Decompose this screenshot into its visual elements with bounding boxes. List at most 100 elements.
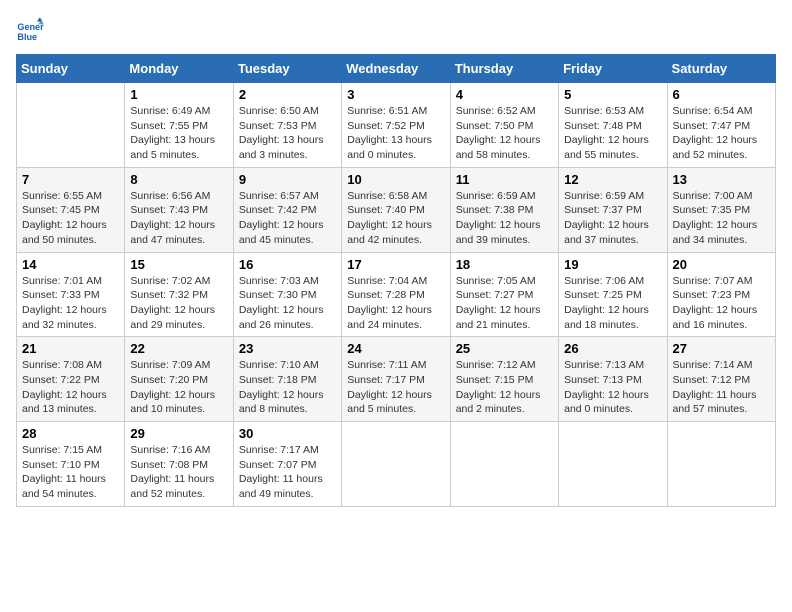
daylight: Daylight: 12 hours and 47 minutes. <box>130 219 215 246</box>
day-number: 23 <box>239 341 336 356</box>
sunset: Sunset: 7:18 PM <box>239 374 317 386</box>
daylight: Daylight: 12 hours and 10 minutes. <box>130 389 215 416</box>
day-number: 10 <box>347 172 444 187</box>
sunset: Sunset: 7:47 PM <box>673 120 751 132</box>
sunrise: Sunrise: 6:50 AM <box>239 105 319 117</box>
sunset: Sunset: 7:40 PM <box>347 204 425 216</box>
daylight: Daylight: 11 hours and 49 minutes. <box>239 473 323 500</box>
sunrise: Sunrise: 7:15 AM <box>22 444 102 456</box>
sunrise: Sunrise: 7:11 AM <box>347 359 426 371</box>
daylight: Daylight: 13 hours and 3 minutes. <box>239 134 324 161</box>
calendar-cell: 15 Sunrise: 7:02 AM Sunset: 7:32 PM Dayl… <box>125 252 233 337</box>
daylight: Daylight: 12 hours and 39 minutes. <box>456 219 541 246</box>
daylight: Daylight: 11 hours and 54 minutes. <box>22 473 106 500</box>
daylight: Daylight: 12 hours and 21 minutes. <box>456 304 541 331</box>
sunrise: Sunrise: 7:02 AM <box>130 275 210 287</box>
sunrise: Sunrise: 6:54 AM <box>673 105 753 117</box>
daylight: Daylight: 12 hours and 42 minutes. <box>347 219 432 246</box>
weekday-header: Tuesday <box>233 55 341 83</box>
calendar-cell: 22 Sunrise: 7:09 AM Sunset: 7:20 PM Dayl… <box>125 337 233 422</box>
daylight: Daylight: 12 hours and 32 minutes. <box>22 304 107 331</box>
sunset: Sunset: 7:07 PM <box>239 459 317 471</box>
weekday-header: Thursday <box>450 55 558 83</box>
sunrise: Sunrise: 7:08 AM <box>22 359 102 371</box>
sunset: Sunset: 7:17 PM <box>347 374 425 386</box>
daylight: Daylight: 12 hours and 0 minutes. <box>564 389 649 416</box>
calendar-cell: 8 Sunrise: 6:56 AM Sunset: 7:43 PM Dayli… <box>125 167 233 252</box>
calendar-cell <box>342 422 450 507</box>
sunset: Sunset: 7:12 PM <box>673 374 751 386</box>
daylight: Daylight: 12 hours and 52 minutes. <box>673 134 758 161</box>
daylight: Daylight: 12 hours and 8 minutes. <box>239 389 324 416</box>
sunset: Sunset: 7:27 PM <box>456 289 534 301</box>
svg-text:Blue: Blue <box>17 32 37 42</box>
calendar-cell: 26 Sunrise: 7:13 AM Sunset: 7:13 PM Dayl… <box>559 337 667 422</box>
calendar-cell: 19 Sunrise: 7:06 AM Sunset: 7:25 PM Dayl… <box>559 252 667 337</box>
calendar-cell <box>559 422 667 507</box>
day-number: 5 <box>564 87 661 102</box>
calendar-cell: 11 Sunrise: 6:59 AM Sunset: 7:38 PM Dayl… <box>450 167 558 252</box>
weekday-header: Friday <box>559 55 667 83</box>
daylight: Daylight: 13 hours and 0 minutes. <box>347 134 432 161</box>
sunrise: Sunrise: 6:58 AM <box>347 190 427 202</box>
page-header: General Blue <box>16 16 776 44</box>
day-number: 4 <box>456 87 553 102</box>
day-number: 26 <box>564 341 661 356</box>
calendar-cell <box>667 422 775 507</box>
logo: General Blue <box>16 16 48 44</box>
daylight: Daylight: 12 hours and 16 minutes. <box>673 304 758 331</box>
calendar-cell: 7 Sunrise: 6:55 AM Sunset: 7:45 PM Dayli… <box>17 167 125 252</box>
day-number: 20 <box>673 257 770 272</box>
daylight: Daylight: 12 hours and 18 minutes. <box>564 304 649 331</box>
sunrise: Sunrise: 6:52 AM <box>456 105 536 117</box>
sunrise: Sunrise: 6:59 AM <box>564 190 644 202</box>
daylight: Daylight: 12 hours and 13 minutes. <box>22 389 107 416</box>
daylight: Daylight: 12 hours and 34 minutes. <box>673 219 758 246</box>
calendar-cell: 23 Sunrise: 7:10 AM Sunset: 7:18 PM Dayl… <box>233 337 341 422</box>
sunset: Sunset: 7:32 PM <box>130 289 208 301</box>
calendar-cell: 13 Sunrise: 7:00 AM Sunset: 7:35 PM Dayl… <box>667 167 775 252</box>
day-number: 15 <box>130 257 227 272</box>
day-number: 9 <box>239 172 336 187</box>
day-number: 21 <box>22 341 119 356</box>
calendar-cell: 21 Sunrise: 7:08 AM Sunset: 7:22 PM Dayl… <box>17 337 125 422</box>
calendar-cell: 25 Sunrise: 7:12 AM Sunset: 7:15 PM Dayl… <box>450 337 558 422</box>
day-number: 22 <box>130 341 227 356</box>
daylight: Daylight: 12 hours and 26 minutes. <box>239 304 324 331</box>
calendar-cell <box>450 422 558 507</box>
sunset: Sunset: 7:33 PM <box>22 289 100 301</box>
weekday-header: Saturday <box>667 55 775 83</box>
calendar-cell: 29 Sunrise: 7:16 AM Sunset: 7:08 PM Dayl… <box>125 422 233 507</box>
calendar-cell: 24 Sunrise: 7:11 AM Sunset: 7:17 PM Dayl… <box>342 337 450 422</box>
calendar-table: SundayMondayTuesdayWednesdayThursdayFrid… <box>16 54 776 507</box>
calendar-cell: 16 Sunrise: 7:03 AM Sunset: 7:30 PM Dayl… <box>233 252 341 337</box>
sunset: Sunset: 7:25 PM <box>564 289 642 301</box>
daylight: Daylight: 12 hours and 29 minutes. <box>130 304 215 331</box>
sunrise: Sunrise: 7:17 AM <box>239 444 319 456</box>
calendar-cell: 4 Sunrise: 6:52 AM Sunset: 7:50 PM Dayli… <box>450 83 558 168</box>
sunrise: Sunrise: 6:55 AM <box>22 190 102 202</box>
day-number: 16 <box>239 257 336 272</box>
sunrise: Sunrise: 7:01 AM <box>22 275 102 287</box>
sunset: Sunset: 7:42 PM <box>239 204 317 216</box>
sunrise: Sunrise: 7:10 AM <box>239 359 319 371</box>
daylight: Daylight: 12 hours and 55 minutes. <box>564 134 649 161</box>
day-number: 11 <box>456 172 553 187</box>
daylight: Daylight: 11 hours and 52 minutes. <box>130 473 214 500</box>
calendar-cell: 27 Sunrise: 7:14 AM Sunset: 7:12 PM Dayl… <box>667 337 775 422</box>
sunset: Sunset: 7:37 PM <box>564 204 642 216</box>
sunrise: Sunrise: 6:56 AM <box>130 190 210 202</box>
calendar-cell: 28 Sunrise: 7:15 AM Sunset: 7:10 PM Dayl… <box>17 422 125 507</box>
day-number: 24 <box>347 341 444 356</box>
sunrise: Sunrise: 7:04 AM <box>347 275 427 287</box>
sunset: Sunset: 7:22 PM <box>22 374 100 386</box>
sunrise: Sunrise: 6:53 AM <box>564 105 644 117</box>
day-number: 7 <box>22 172 119 187</box>
weekday-header: Wednesday <box>342 55 450 83</box>
sunset: Sunset: 7:52 PM <box>347 120 425 132</box>
weekday-header: Monday <box>125 55 233 83</box>
day-number: 18 <box>456 257 553 272</box>
sunrise: Sunrise: 6:57 AM <box>239 190 319 202</box>
calendar-cell: 3 Sunrise: 6:51 AM Sunset: 7:52 PM Dayli… <box>342 83 450 168</box>
sunset: Sunset: 7:38 PM <box>456 204 534 216</box>
